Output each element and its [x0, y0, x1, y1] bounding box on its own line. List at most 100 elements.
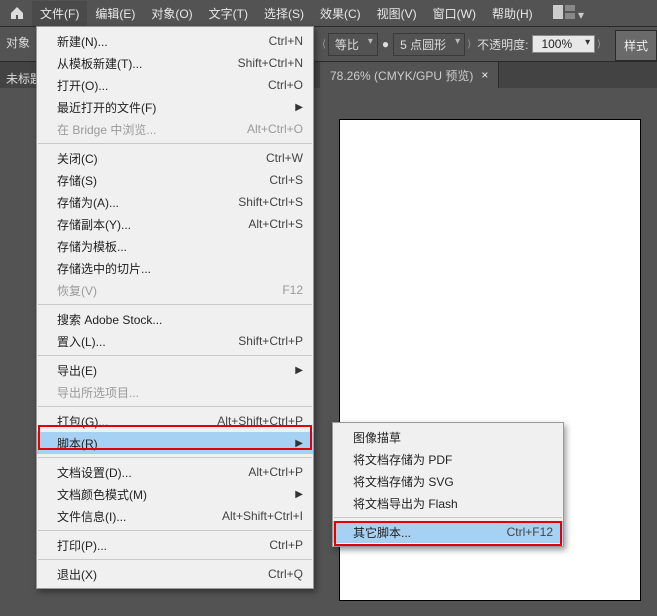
close-icon[interactable]: ×: [481, 68, 488, 82]
menu-item-label: 打开(O)...: [57, 77, 256, 94]
toolbar-left-label: 对象: [0, 30, 36, 55]
menu-item-label: 其它脚本...: [353, 524, 495, 541]
menu-item-label: 将文档存储为 PDF: [353, 451, 553, 468]
menu-item-label: 存储为(A)...: [57, 194, 226, 211]
scripts-submenu-item[interactable]: 将文档导出为 Flash: [333, 492, 563, 514]
menu-item-shortcut: Alt+Shift+Ctrl+I: [222, 509, 303, 523]
chev-icon[interactable]: ⟩: [595, 39, 603, 50]
file-menu-item[interactable]: 打印(P)... Ctrl+P: [37, 534, 313, 556]
menu-item-shortcut: Shift+Ctrl+N: [238, 56, 303, 70]
menu-item-shortcut: Shift+Ctrl+P: [238, 334, 303, 348]
menu-item-label: 存储选中的切片...: [57, 260, 303, 277]
menu-item-label: 将文档存储为 SVG: [353, 473, 553, 490]
menu-item-label: 导出所选项目...: [57, 384, 303, 401]
file-menu-item: 导出所选项目...: [37, 381, 313, 403]
menu-select[interactable]: 选择(S): [256, 1, 312, 26]
scripts-submenu-item[interactable]: 图像描草: [333, 426, 563, 448]
menu-item-label: 从模板新建(T)...: [57, 55, 226, 72]
menu-item-label: 打印(P)...: [57, 537, 257, 554]
submenu-arrow-icon: ▶: [295, 438, 303, 449]
file-menu-item[interactable]: 新建(N)... Ctrl+N: [37, 30, 313, 52]
style-button[interactable]: 样式: [615, 30, 657, 61]
submenu-arrow-icon: ▶: [295, 102, 303, 113]
menu-item-shortcut: Alt+Ctrl+O: [247, 122, 303, 136]
menu-item-shortcut: Ctrl+W: [266, 151, 303, 165]
submenu-arrow-icon: ▶: [295, 489, 303, 500]
menu-item-shortcut: F12: [282, 283, 303, 297]
opacity-label: 不透明度:: [477, 36, 528, 53]
stroke-profile-dropdown[interactable]: 5 点圆形: [393, 33, 465, 56]
document-tab[interactable]: 78.26% (CMYK/GPU 预览) ×: [320, 62, 499, 88]
menu-separator: [38, 355, 312, 356]
chev-icon[interactable]: ⟩: [465, 39, 473, 50]
menu-item-shortcut: Shift+Ctrl+S: [238, 195, 303, 209]
menu-item-shortcut: Ctrl+O: [268, 78, 303, 92]
stroke-bullet: ●: [382, 37, 389, 51]
menu-effect[interactable]: 效果(C): [312, 1, 369, 26]
menu-edit[interactable]: 编辑(E): [87, 1, 143, 26]
file-menu-item[interactable]: 脚本(R) ▶: [37, 432, 313, 454]
opacity-input[interactable]: 100%: [532, 35, 595, 53]
uniform-dropdown[interactable]: 等比: [328, 33, 378, 56]
menu-item-shortcut: Ctrl+N: [269, 34, 303, 48]
menu-item-label: 脚本(R): [57, 435, 291, 452]
menu-item-label: 文档颜色模式(M): [57, 486, 291, 503]
scripts-submenu: 图像描草将文档存储为 PDF 将文档存储为 SVG 将文档导出为 Flash 其它脚本…: [332, 422, 564, 547]
menu-separator: [38, 457, 312, 458]
file-menu-item[interactable]: 最近打开的文件(F)▶: [37, 96, 313, 118]
menu-item-label: 恢复(V): [57, 282, 270, 299]
menu-help[interactable]: 帮助(H): [484, 1, 541, 26]
menu-object[interactable]: 对象(O): [143, 1, 200, 26]
menu-item-label: 存储副本(Y)...: [57, 216, 236, 233]
menu-window[interactable]: 窗口(W): [425, 1, 484, 26]
file-menu-item[interactable]: 文件信息(I)... Alt+Shift+Ctrl+I: [37, 505, 313, 527]
file-menu-item[interactable]: 关闭(C) Ctrl+W: [37, 147, 313, 169]
menu-item-label: 新建(N)...: [57, 33, 257, 50]
file-menu-item[interactable]: 存储为模板...: [37, 235, 313, 257]
menu-separator: [334, 517, 562, 518]
menu-item-label: 关闭(C): [57, 150, 254, 167]
menu-type[interactable]: 文字(T): [201, 1, 256, 26]
file-menu-item[interactable]: 导出(E) ▶: [37, 359, 313, 381]
menu-separator: [38, 530, 312, 531]
menu-item-shortcut: Ctrl+P: [269, 538, 303, 552]
submenu-arrow-icon: ▶: [295, 365, 303, 376]
file-menu-item[interactable]: 文档颜色模式(M) ▶: [37, 483, 313, 505]
home-icon[interactable]: [8, 4, 26, 22]
file-menu-dropdown: 新建(N)... Ctrl+N 从模板新建(T)... Shift+Ctrl+N 打开(…: [36, 26, 314, 589]
file-menu-item[interactable]: 置入(L)... Shift+Ctrl+P: [37, 330, 313, 352]
scripts-submenu-item[interactable]: 将文档存储为 SVG: [333, 470, 563, 492]
file-menu-item[interactable]: 打包(G)...Alt+Shift+Ctrl+P: [37, 410, 313, 432]
menu-item-label: 置入(L)...: [57, 333, 226, 350]
menu-item-shortcut: Ctrl+F12: [507, 525, 553, 539]
file-menu-item[interactable]: 存储副本(Y)... Alt+Ctrl+S: [37, 213, 313, 235]
menu-item-shortcut: Alt+Ctrl+S: [248, 217, 303, 231]
menubar: 文件(F) 编辑(E) 对象(O) 文字(T) 选择(S) 效果(C) 视图(V…: [0, 0, 657, 26]
file-menu-item[interactable]: 从模板新建(T)... Shift+Ctrl+N: [37, 52, 313, 74]
file-menu-item[interactable]: 打开(O)... Ctrl+O: [37, 74, 313, 96]
menu-item-label: 导出(E): [57, 362, 291, 379]
file-menu-item[interactable]: 存储选中的切片...: [37, 257, 313, 279]
file-menu-item: 恢复(V) F12: [37, 279, 313, 301]
scripts-submenu-item[interactable]: 将文档存储为 PDF: [333, 448, 563, 470]
menu-file[interactable]: 文件(F): [32, 1, 87, 26]
file-menu-item: 在 Bridge 中浏览...Alt+Ctrl+O: [37, 118, 313, 140]
file-menu-item[interactable]: 退出(X)Ctrl+Q: [37, 563, 313, 585]
menu-item-shortcut: Alt+Ctrl+P: [248, 465, 303, 479]
file-menu-item[interactable]: 存储(S)Ctrl+S: [37, 169, 313, 191]
menu-item-label: 打包(G)...: [57, 413, 205, 430]
chev-icon[interactable]: ⟨: [320, 39, 328, 50]
menu-item-label: 存储为模板...: [57, 238, 303, 255]
menu-item-label: 文件信息(I)...: [57, 508, 210, 525]
menu-item-label: 将文档导出为 Flash: [353, 495, 553, 512]
menu-item-label: 搜索 Adobe Stock...: [57, 311, 303, 328]
menu-item-label: 图像描草: [353, 429, 553, 446]
file-menu-item[interactable]: 文档设置(D)...Alt+Ctrl+P: [37, 461, 313, 483]
file-menu-item[interactable]: 存储为(A)... Shift+Ctrl+S: [37, 191, 313, 213]
menu-separator: [38, 143, 312, 144]
menu-item-label: 存储(S): [57, 172, 257, 189]
menu-view[interactable]: 视图(V): [369, 1, 425, 26]
file-menu-item[interactable]: 搜索 Adobe Stock...: [37, 308, 313, 330]
scripts-submenu-item[interactable]: 其它脚本... Ctrl+F12: [333, 521, 563, 543]
arrange-documents-icon[interactable]: ▾: [547, 1, 590, 26]
